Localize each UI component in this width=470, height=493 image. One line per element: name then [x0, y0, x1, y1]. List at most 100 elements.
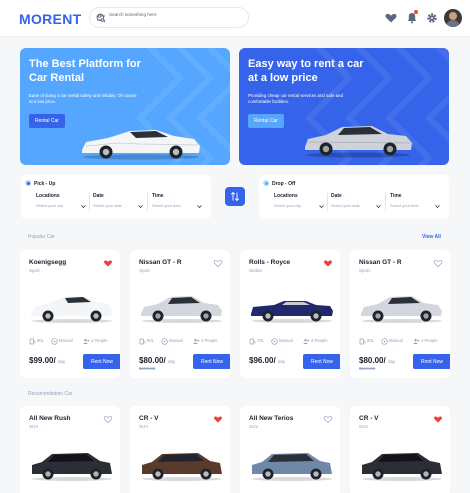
notification-dot — [414, 10, 418, 14]
banner-easy-way: Easy way to rent a car at a low price Pr… — [239, 48, 449, 165]
chevron-down-icon — [138, 205, 143, 208]
heart-filled-icon[interactable] — [103, 258, 113, 268]
transmission-value: Manual — [389, 338, 403, 343]
car-name: Nissan GT - R — [139, 259, 182, 266]
fuel-value: 80L — [367, 338, 374, 343]
car-type: Sport — [139, 268, 150, 273]
field-value: Select your city — [36, 203, 64, 208]
banner-text: Providing cheap car rental services and … — [248, 93, 343, 104]
recommendation-car-card[interactable]: All New Rush SUV — [20, 406, 120, 493]
old-price: $100.00 — [359, 366, 376, 371]
old-price: $100.00 — [139, 366, 156, 371]
capacity-value: 2 People — [91, 338, 108, 343]
notification-bell-icon[interactable] — [404, 10, 420, 26]
field-label: Date — [93, 193, 104, 199]
swap-arrows-icon — [230, 191, 240, 202]
chevron-down-icon — [435, 205, 440, 208]
heart-outline-icon[interactable] — [213, 258, 223, 268]
capacity-value: 2 People — [421, 338, 438, 343]
popular-car-heading: Popular Car — [28, 234, 55, 240]
popular-car-card[interactable]: Koenigsegg Sport 90L Manual 2 People $99… — [20, 250, 120, 378]
rent-now-button[interactable]: Rent Now — [83, 354, 120, 369]
car-image — [251, 301, 333, 323]
banner-best-platform: The Best Platform for Car Rental Ease of… — [20, 48, 230, 165]
search-input[interactable] — [109, 12, 219, 17]
field-value: Select your date — [331, 203, 360, 208]
car-image — [361, 296, 442, 323]
fuel-value: 90L — [37, 338, 44, 343]
settings-gear-icon[interactable] — [424, 10, 440, 26]
car-image — [141, 296, 222, 323]
pickup-panel: Pick - Up Locations Select your city Dat… — [21, 175, 211, 219]
popular-car-card[interactable]: Nissan GT - R Sport 80L Manual 2 People … — [130, 250, 230, 378]
fuel-pump-icon — [139, 338, 146, 345]
heart-outline-icon[interactable] — [433, 258, 443, 268]
popular-car-card[interactable]: Nissan GT - R Sport 80L Manual 2 People … — [350, 250, 450, 378]
transmission-value: Manual — [279, 338, 293, 343]
pickup-location-field[interactable]: Locations Select your city — [36, 193, 86, 208]
steering-wheel-icon — [271, 338, 278, 345]
car-name: Koenigsegg — [29, 259, 67, 266]
dropoff-time-field[interactable]: Time Select your time — [390, 193, 440, 208]
pickup-date-field[interactable]: Date Select your date — [93, 193, 143, 208]
rental-car-button[interactable]: Rental Car — [248, 114, 284, 128]
people-icon — [413, 339, 420, 344]
car-name: Rolls - Royce — [249, 259, 291, 266]
logo[interactable]: MORENT — [19, 11, 81, 27]
heart-filled-icon[interactable] — [213, 414, 223, 424]
heart-outline-icon[interactable] — [103, 414, 113, 424]
view-all-link[interactable]: View All — [422, 234, 441, 240]
price-period: day — [57, 359, 66, 364]
price-period: day — [387, 359, 396, 364]
car-specs: 70L Manual 4 People — [249, 338, 339, 345]
price-value: $99.00/ — [29, 356, 56, 365]
field-value: Select your time — [152, 203, 181, 208]
banner-text: Ease of doing a car rental safely and re… — [29, 93, 137, 104]
user-avatar[interactable] — [444, 9, 462, 27]
capacity-value: 4 People — [311, 338, 328, 343]
dropoff-date-field[interactable]: Date Select your date — [331, 193, 381, 208]
transmission-value: Manual — [59, 338, 73, 343]
rent-now-button[interactable]: Rent Now — [303, 354, 340, 369]
dropoff-radio-icon[interactable] — [263, 180, 269, 186]
car-type: SUV — [249, 424, 259, 429]
car-name: All New Terios — [249, 415, 294, 422]
heart-outline-icon[interactable] — [323, 414, 333, 424]
car-image — [252, 453, 332, 481]
rental-car-button[interactable]: Rental Car — [29, 114, 65, 128]
swap-locations-button[interactable] — [225, 187, 245, 206]
dropoff-location-field[interactable]: Locations Select your city — [274, 193, 324, 208]
filter-icon[interactable] — [96, 13, 106, 23]
car-specs: 80L Manual 2 People — [359, 338, 449, 345]
recommendation-car-card[interactable]: All New Terios SUV — [240, 406, 340, 493]
pickup-radio-icon[interactable] — [25, 180, 31, 186]
car-type: Sedan — [249, 268, 263, 273]
fuel-pump-icon — [359, 338, 366, 345]
car-name: CR - V — [139, 415, 159, 422]
dropoff-panel: Drop - Off Locations Select your city Da… — [259, 175, 449, 219]
price: $80.00/ day — [139, 356, 175, 365]
rent-now-button[interactable]: Rent Now — [193, 354, 230, 369]
price: $99.00/ day — [29, 356, 65, 365]
field-value: Select your time — [390, 203, 419, 208]
chevron-down-icon — [376, 205, 381, 208]
car-type: SUV — [29, 424, 39, 429]
pickup-title: Pick - Up — [34, 181, 56, 187]
rent-now-button[interactable]: Rent Now — [413, 354, 450, 369]
popular-car-card[interactable]: Rolls - Royce Sedan 70L Manual 4 People … — [240, 250, 340, 378]
fuel-pump-icon — [29, 338, 36, 345]
price-value: $96.00/ — [249, 356, 276, 365]
price: $96.00/ day — [249, 356, 285, 365]
field-label: Date — [331, 193, 342, 199]
pickup-time-field[interactable]: Time Select your time — [152, 193, 202, 208]
recommendation-car-card[interactable]: CR - V SUV — [350, 406, 450, 493]
favorites-heart-icon[interactable] — [383, 10, 399, 26]
heart-filled-icon[interactable] — [433, 414, 443, 424]
heart-filled-icon[interactable] — [323, 258, 333, 268]
nissan-gtr-car-image — [305, 126, 412, 158]
fuel-pump-icon — [249, 338, 256, 345]
transmission-value: Manual — [169, 338, 183, 343]
recommendation-car-card[interactable]: CR - V SUV — [130, 406, 230, 493]
people-icon — [83, 339, 90, 344]
search-bar[interactable] — [89, 7, 249, 28]
